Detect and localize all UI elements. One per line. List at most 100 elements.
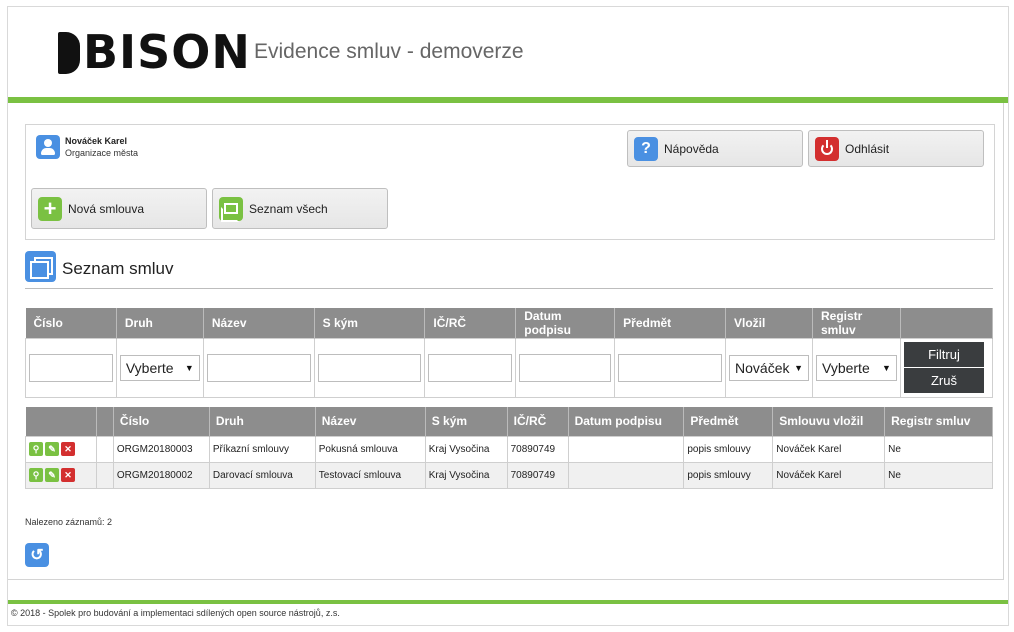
filter-cell	[614, 337, 727, 398]
table-header-cislo: Číslo	[113, 407, 210, 436]
cell-datum	[567, 435, 685, 463]
filter-header-row: Číslo Druh Název S kým IČ/RČ Datum podpi…	[25, 308, 994, 338]
section-title: Seznam smluv	[62, 259, 174, 278]
filter-cell	[202, 337, 315, 398]
table-header-actions	[25, 407, 97, 436]
delete-icon[interactable]: ✕	[61, 442, 75, 456]
plus-icon: +	[38, 196, 62, 221]
cell-nazev: Testovací smlouva	[314, 461, 426, 489]
cell-s-kym: Kraj Vysočina	[424, 435, 508, 463]
filter-header-registr: Registr smluv	[812, 308, 901, 338]
cell-cislo: ORGM20180003	[112, 435, 210, 463]
filter-cell: Vyberte ▼	[115, 337, 204, 398]
filter-druh-select[interactable]: Vyberte ▼	[119, 354, 200, 381]
dropdown-arrow-icon: ▼	[882, 362, 891, 373]
row-spacer	[95, 461, 114, 489]
app-title: Evidence smluv - demoverze	[254, 40, 524, 63]
row-actions: ⚲ ✎ ✕	[25, 435, 97, 463]
logo-bison-glyph	[58, 32, 80, 74]
filter-header-vlozil: Vložil	[725, 308, 813, 338]
table-header-row: Číslo Druh Název S kým IČ/RČ Datum podpi…	[25, 407, 993, 436]
cell-cislo: ORGM20180002	[112, 461, 210, 489]
filter-vlozil-select[interactable]: Nováček ▼	[729, 354, 809, 381]
filter-cell	[424, 337, 517, 398]
table-header-spacer	[96, 407, 114, 436]
filter-s-kym-input[interactable]	[317, 353, 422, 382]
user-block: Nováček Karel Organizace města	[36, 135, 138, 159]
help-button[interactable]: ? Nápověda	[627, 130, 803, 167]
user-info: Nováček Karel Organizace města	[65, 135, 138, 159]
cell-datum	[567, 461, 685, 489]
filter-cell	[515, 337, 616, 398]
cell-ic: 70890749	[506, 461, 569, 489]
logout-button-label: Odhlásit	[845, 141, 890, 156]
dropdown-arrow-icon: ▼	[184, 362, 194, 373]
table-header-datum: Datum podpisu	[568, 407, 685, 436]
filter-cislo-input[interactable]	[29, 353, 113, 382]
filter-vlozil-value: Nováček	[735, 359, 790, 376]
filter-registr-select[interactable]: Vyberte ▼	[816, 354, 897, 381]
filter-ic-input[interactable]	[428, 353, 513, 382]
bison-logo[interactable]: BISON	[58, 29, 251, 75]
filter-button[interactable]: Filtruj	[903, 342, 984, 367]
windows-icon	[219, 196, 243, 222]
cell-s-kym: Kraj Vysočina	[424, 461, 508, 489]
table-header-predmet: Předmět	[683, 407, 774, 436]
table-header-nazev: Název	[315, 407, 426, 436]
all-contracts-label: Seznam všech	[249, 201, 328, 216]
all-contracts-button[interactable]: Seznam všech	[212, 188, 388, 229]
table-header-druh: Druh	[209, 407, 316, 436]
power-icon	[815, 136, 839, 161]
filter-input-row: Vyberte ▼ Nováček ▼ Vyberte ▼ Filtruj Zruš	[25, 337, 994, 398]
filter-cell	[313, 337, 426, 398]
contracts-table: Číslo Druh Název S kým IČ/RČ Datum podpi…	[25, 407, 993, 489]
cell-druh: Příkazní smlouvy	[208, 435, 316, 463]
cell-ic: 70890749	[506, 435, 569, 463]
table-row: ⚲ ✎ ✕ ORGM20180002 Darovací smlouva Test…	[25, 461, 993, 489]
filter-header-druh: Druh	[116, 308, 204, 338]
filter-header-nazev: Název	[203, 308, 315, 338]
filter-header-ic: IČ/RČ	[424, 308, 517, 338]
filter-header-cislo: Číslo	[25, 308, 117, 338]
section-header: Seznam smluv	[25, 251, 993, 289]
filter-header-actions	[900, 308, 994, 338]
new-contract-button[interactable]: + Nová smlouva	[31, 188, 207, 229]
back-arrow-icon: ↺	[30, 547, 44, 564]
user-organization: Organizace města	[65, 148, 139, 158]
cell-vlozil: Nováček Karel	[772, 435, 886, 463]
user-name: Nováček Karel	[65, 136, 128, 146]
reset-filter-button[interactable]: Zruš	[903, 368, 984, 393]
help-button-label: Nápověda	[664, 141, 719, 156]
filter-header-s-kym: S kým	[314, 308, 426, 338]
edit-icon[interactable]: ✎	[45, 442, 59, 456]
edit-icon[interactable]: ✎	[45, 468, 59, 482]
cell-predmet: popis smlouvy	[683, 435, 774, 463]
header: BISON Evidence smluv - demoverze	[8, 7, 1008, 97]
page-frame: BISON Evidence smluv - demoverze Nováček…	[7, 6, 1009, 626]
logout-button[interactable]: Odhlásit	[808, 130, 984, 167]
filter-cell: Nováček ▼	[725, 337, 813, 398]
table-row: ⚲ ✎ ✕ ORGM20180003 Příkazní smlouvy Poku…	[25, 435, 993, 463]
new-contract-label: Nová smlouva	[68, 201, 145, 216]
delete-icon[interactable]: ✕	[61, 468, 75, 482]
footer-text: © 2018 - Spolek pro budování a implement…	[11, 608, 340, 618]
filter-cell: Filtruj Zruš	[899, 337, 994, 398]
table-header-registr: Registr smluv	[884, 407, 993, 436]
filter-predmet-input[interactable]	[618, 353, 723, 382]
footer-divider	[8, 600, 1008, 604]
view-icon[interactable]: ⚲	[29, 442, 43, 456]
cell-registr: Ne	[884, 435, 993, 463]
windows-icon	[25, 251, 56, 282]
back-button[interactable]: ↺	[25, 543, 49, 567]
filter-druh-value: Vyberte	[125, 359, 174, 376]
cell-druh: Darovací smlouva	[208, 461, 316, 489]
cell-vlozil: Nováček Karel	[772, 461, 886, 489]
filter-nazev-input[interactable]	[206, 353, 311, 382]
filter-datum-input[interactable]	[519, 353, 612, 382]
table-header-s-kym: S kým	[425, 407, 508, 436]
view-icon[interactable]: ⚲	[29, 468, 43, 482]
filter-header-predmet: Předmět	[614, 308, 727, 338]
user-icon	[36, 135, 60, 159]
cell-predmet: popis smlouvy	[683, 461, 774, 489]
dropdown-arrow-icon: ▼	[794, 362, 803, 373]
